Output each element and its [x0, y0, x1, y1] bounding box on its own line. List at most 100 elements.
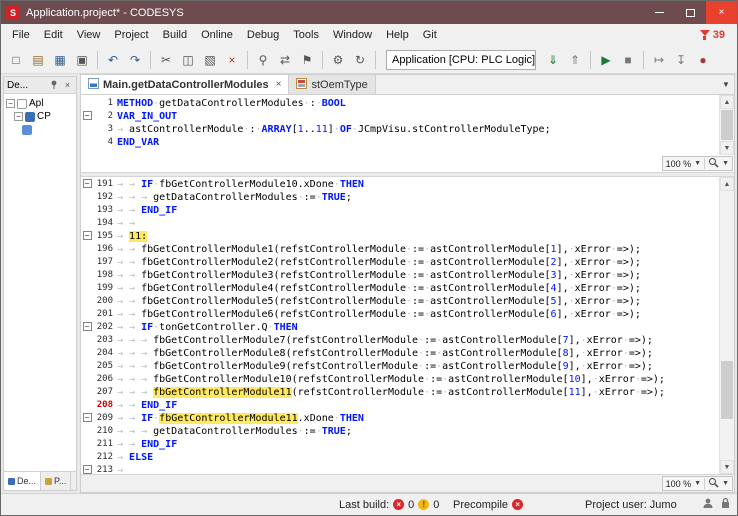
fold-marker-icon[interactable]: −: [83, 179, 92, 188]
toolbar-paste-button[interactable]: ▧: [200, 50, 220, 70]
code-line[interactable]: 211→ → END_IF: [81, 438, 734, 451]
toolbar-start-button[interactable]: ▶: [596, 50, 616, 70]
declaration-zoom-control[interactable]: 100 % ▼ ▼: [662, 156, 733, 171]
chevron-down-icon[interactable]: ▼: [694, 160, 701, 167]
toolbar-bookmark-button[interactable]: ⚑: [297, 50, 317, 70]
code-line[interactable]: 194→ →: [81, 217, 734, 230]
code-line[interactable]: −209→ → IF·fbGetControllerModule11.xDone…: [81, 412, 734, 425]
implementation-zoom-control[interactable]: 100 % ▼ ▼: [662, 476, 733, 491]
toolbar-step-over-button[interactable]: ↦: [649, 50, 669, 70]
scrollbar-thumb[interactable]: [721, 361, 733, 419]
minimize-button[interactable]: [644, 1, 675, 24]
code-line[interactable]: 199→ → fbGetControllerModule4(refstContr…: [81, 282, 734, 295]
code-line[interactable]: 200→ → fbGetControllerModule5(refstContr…: [81, 295, 734, 308]
editor-tab-stoemtype[interactable]: stOemType: [289, 75, 375, 94]
code-line[interactable]: 193→ → END_IF: [81, 204, 734, 217]
toolbar-undo-button[interactable]: ↶: [103, 50, 123, 70]
code-line[interactable]: 201→ → fbGetControllerModule6(refstContr…: [81, 308, 734, 321]
toolbar-open-project-button[interactable]: ▤: [28, 50, 48, 70]
menu-item-help[interactable]: Help: [379, 26, 416, 44]
close-button[interactable]: ×: [706, 1, 737, 24]
code-line[interactable]: 197→ → fbGetControllerModule2(refstContr…: [81, 256, 734, 269]
toolbar-print-button[interactable]: ▣: [72, 50, 92, 70]
user-icon[interactable]: [702, 497, 714, 512]
chevron-down-icon[interactable]: ▼: [694, 480, 701, 487]
fold-marker-icon[interactable]: −: [83, 322, 92, 331]
scroll-up-icon[interactable]: ▲: [720, 95, 734, 109]
menu-item-tools[interactable]: Tools: [286, 26, 326, 44]
lock-icon[interactable]: [720, 497, 731, 512]
code-line[interactable]: 205→ → → fbGetControllerModule9(refstCon…: [81, 360, 734, 373]
chevron-down-icon[interactable]: ▼: [722, 480, 729, 487]
fold-marker-icon[interactable]: −: [83, 413, 92, 422]
code-line[interactable]: 3→ astControllerModule·:·ARRAY[1..11]·OF…: [81, 123, 734, 136]
toolbar-cut-button[interactable]: ✂: [156, 50, 176, 70]
active-application-combo[interactable]: Application [CPU: PLC Logic]▼: [386, 50, 536, 70]
code-line[interactable]: −191→ → IF·fbGetControllerModule10.xDone…: [81, 178, 734, 191]
menu-item-window[interactable]: Window: [326, 26, 379, 44]
code-line[interactable]: 204→ → → fbGetControllerModule8(refstCon…: [81, 347, 734, 360]
toolbar-new-file-button[interactable]: □: [6, 50, 26, 70]
code-line[interactable]: −2VAR_IN_OUT: [81, 110, 734, 123]
toolbar-login-button[interactable]: ⇓: [543, 50, 563, 70]
code-line[interactable]: 207→ → → fbGetControllerModule11(refstCo…: [81, 386, 734, 399]
pin-icon[interactable]: [48, 80, 59, 91]
toolbar-stop-button[interactable]: ■: [618, 50, 638, 70]
code-line[interactable]: 206→ → → fbGetControllerModule10(refstCo…: [81, 373, 734, 386]
expander-icon[interactable]: −: [14, 112, 23, 121]
menu-item-view[interactable]: View: [70, 26, 108, 44]
panel-tab-pous[interactable]: P...: [41, 472, 71, 490]
scrollbar-thumb[interactable]: [721, 110, 733, 140]
fold-marker-icon[interactable]: −: [83, 465, 92, 474]
code-line[interactable]: −195→ 11:: [81, 230, 734, 243]
code-line[interactable]: 196→ → fbGetControllerModule1(refstContr…: [81, 243, 734, 256]
tab-close-icon[interactable]: ×: [276, 79, 282, 90]
toolbar-redo-button[interactable]: ↷: [125, 50, 145, 70]
code-line[interactable]: 1METHOD·getDataControllerModules·:·BOOL: [81, 97, 734, 110]
toolbar-find-button[interactable]: ⚲: [253, 50, 273, 70]
tab-list-dropdown-icon[interactable]: ▼: [718, 80, 734, 89]
toolbar-build-button[interactable]: ⚙: [328, 50, 348, 70]
code-line[interactable]: 208→ → END_IF: [81, 399, 734, 412]
menu-item-file[interactable]: File: [5, 26, 37, 44]
toolbar-copy-button[interactable]: ◫: [178, 50, 198, 70]
code-line[interactable]: 192→ → → getDataControllerModules·:=·TRU…: [81, 191, 734, 204]
code-line[interactable]: 212→ ELSE: [81, 451, 734, 464]
toolbar-delete-button[interactable]: ×: [222, 50, 242, 70]
code-line[interactable]: 210→ → → getDataControllerModules·:=·TRU…: [81, 425, 734, 438]
menu-item-edit[interactable]: Edit: [37, 26, 70, 44]
menu-item-build[interactable]: Build: [156, 26, 194, 44]
toolbar-replace-button[interactable]: ⇄: [275, 50, 295, 70]
implementation-scrollbar[interactable]: ▲ ▼: [719, 177, 734, 474]
scroll-down-icon[interactable]: ▼: [720, 141, 734, 155]
tree-item[interactable]: −Apl: [6, 97, 76, 110]
scroll-down-icon[interactable]: ▼: [720, 460, 734, 474]
toolbar-save-button[interactable]: ▦: [50, 50, 70, 70]
code-line[interactable]: −213→: [81, 464, 734, 474]
magnifier-icon[interactable]: [708, 157, 719, 170]
fold-marker-icon[interactable]: −: [83, 111, 92, 120]
magnifier-icon[interactable]: [708, 477, 719, 490]
menu-item-git[interactable]: Git: [416, 26, 444, 44]
toolbar-breakpoint-button[interactable]: ●: [693, 50, 713, 70]
code-line[interactable]: 203→ → → fbGetControllerModule7(refstCon…: [81, 334, 734, 347]
code-line[interactable]: 4END_VAR: [81, 136, 734, 149]
toolbar-step-into-button[interactable]: ↧: [671, 50, 691, 70]
declaration-scrollbar[interactable]: ▲ ▼: [719, 95, 734, 155]
panel-tab-devices[interactable]: De...: [4, 472, 41, 490]
notification-area[interactable]: 39: [700, 29, 725, 41]
menu-item-online[interactable]: Online: [194, 26, 240, 44]
tree-item[interactable]: [6, 123, 76, 136]
menu-item-project[interactable]: Project: [107, 26, 155, 44]
maximize-button[interactable]: [675, 1, 706, 24]
toolbar-logout-button[interactable]: ⇑: [565, 50, 585, 70]
code-line[interactable]: 198→ → fbGetControllerModule3(refstContr…: [81, 269, 734, 282]
toolbar-rebuild-button[interactable]: ↻: [350, 50, 370, 70]
code-line[interactable]: −202→ → IF·tonGetController.Q·THEN: [81, 321, 734, 334]
expander-icon[interactable]: −: [6, 99, 15, 108]
fold-marker-icon[interactable]: −: [83, 231, 92, 240]
menu-item-debug[interactable]: Debug: [240, 26, 286, 44]
scroll-up-icon[interactable]: ▲: [720, 177, 734, 191]
implementation-pane[interactable]: −191→ → IF·fbGetControllerModule10.xDone…: [81, 177, 734, 474]
tree-item[interactable]: −CP: [6, 110, 76, 123]
